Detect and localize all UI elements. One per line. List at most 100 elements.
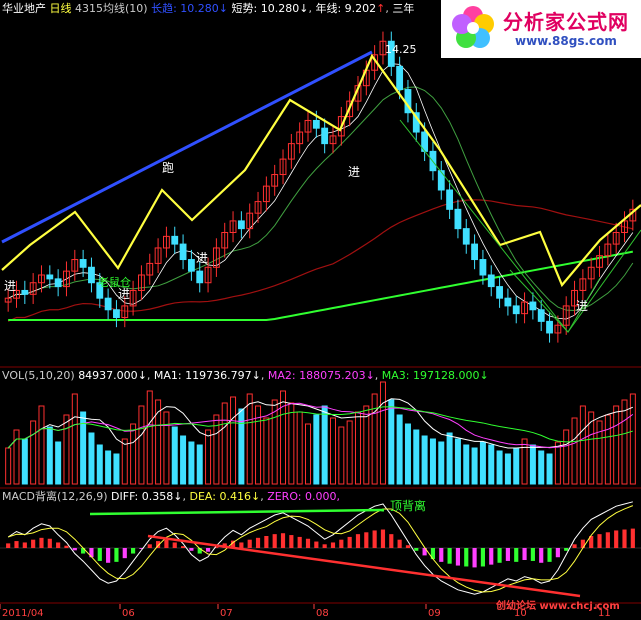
volume-bar (71, 393, 78, 485)
short-label: 短势: (231, 2, 258, 15)
vol-header: VOL(5,10,20) 84937.000↓, MA1: 119736.797… (2, 369, 489, 382)
diff-label: DIFF: (111, 490, 139, 503)
volume-bar (138, 405, 145, 485)
candle-body (529, 301, 537, 311)
volume-bar (371, 393, 378, 485)
candle-body (312, 119, 320, 129)
volume-bar (55, 441, 62, 485)
year-label: 年线: (315, 2, 342, 15)
volume-bar (454, 438, 461, 485)
stock-chart: 2011/04 06 07 08 09 10 11 (0, 31, 641, 619)
enter-signal-5: 进 (576, 299, 589, 313)
volume-bar (13, 429, 20, 485)
candle-body (487, 274, 495, 288)
volume-panel (5, 381, 636, 485)
volume-bar (554, 441, 561, 485)
candle-body (512, 305, 520, 315)
volume-bar (463, 444, 470, 485)
trend-label: 长趋: (151, 2, 177, 15)
macd-header: MACD背离(12,26,9) DIFF: 0.358↓, DEA: 0.416… (2, 490, 340, 503)
volume-bar (579, 405, 586, 485)
volume-bar (354, 411, 361, 485)
macd-name: MACD背离(12,26,9) (2, 490, 108, 503)
volume-bar (38, 405, 45, 485)
volume-bar (113, 453, 120, 485)
three-year-label: 三年 (392, 2, 415, 15)
volume-bar (171, 426, 178, 485)
volume-bar (596, 420, 603, 485)
year-value: 9.202 (344, 2, 377, 15)
ma1-label: MA1: (153, 369, 182, 382)
watermark: 创幼论坛 www.chcj.com (496, 601, 620, 612)
price-panel (1, 31, 641, 343)
short-value: 10.280 (260, 2, 300, 15)
volume-bar (30, 420, 37, 485)
volume-bar (571, 417, 578, 485)
ma2-value: 188075.203 (299, 369, 366, 382)
volume-bar (313, 414, 320, 485)
bottom-divergence-line (147, 534, 581, 598)
volume-bar (205, 429, 212, 485)
candle-body (437, 170, 445, 191)
axis-tick-label: 06 (122, 608, 135, 619)
volume-bar (471, 447, 478, 485)
candle-body (179, 243, 187, 261)
candle-body (321, 127, 329, 145)
volume-bar (388, 399, 395, 485)
trend-value: 10.280 (180, 2, 219, 15)
period-label: 日线 (49, 2, 72, 15)
volume-bar (21, 438, 28, 485)
volume-bar (296, 411, 303, 485)
volume-bar (538, 450, 545, 485)
dea-value: 0.416 (219, 490, 251, 503)
candle-body (237, 220, 245, 230)
candle-body (54, 278, 62, 288)
axis-tick-label: 09 (428, 608, 441, 619)
top-divergence-line (89, 508, 385, 516)
volume-bar (488, 444, 495, 485)
volume-bar (413, 429, 420, 485)
volume-bar (396, 414, 403, 485)
volume-bar (105, 450, 112, 485)
top-divergence-label: 顶背离 (390, 499, 427, 513)
ma1-value: 119736.797 (185, 369, 252, 382)
ma3-label: MA3: (381, 369, 410, 382)
zigzag-line (1, 53, 641, 288)
volume-bar (504, 453, 511, 485)
candle-body (471, 243, 479, 261)
site-logo: 分析家公式网 www.88gs.com (441, 0, 641, 58)
volume-bar (621, 399, 628, 485)
peak-price-label: 14.25 (385, 43, 417, 56)
diff-value: 0.358 (141, 490, 174, 503)
volume-bar (529, 444, 536, 485)
volume-bar (196, 444, 203, 485)
axis-tick-label: 2011/04 (2, 608, 44, 619)
volume-bar (180, 435, 187, 485)
candle-body (454, 208, 462, 230)
volume-bar (96, 444, 103, 485)
volume-bar (263, 417, 270, 485)
candle-body (46, 274, 54, 280)
candle-body (187, 259, 195, 272)
volume-bar (280, 390, 287, 485)
volume-bar (379, 381, 386, 485)
volume-bar (479, 441, 486, 485)
volume-bar (321, 405, 328, 485)
volume-bar (88, 432, 95, 485)
candle-body (396, 65, 404, 91)
candle-body (21, 289, 29, 295)
candle-body (113, 309, 120, 319)
volume-bar (563, 429, 570, 485)
candle-body (88, 266, 95, 284)
candle-body (104, 297, 112, 311)
volume-bar (513, 447, 520, 485)
volume-bar (163, 411, 170, 485)
volume-bar (404, 423, 411, 485)
volume-bar (121, 438, 128, 485)
volume-bar (188, 441, 195, 485)
enter-signal-4: 进 (348, 165, 361, 179)
volume-bar (230, 396, 237, 485)
volume-bar (421, 435, 428, 485)
price-header: 华业地产 日线 4315均线(10) 长趋: 10.280↓ 短势: 10.28… (2, 2, 415, 15)
axis-tick-label: 07 (220, 608, 233, 619)
